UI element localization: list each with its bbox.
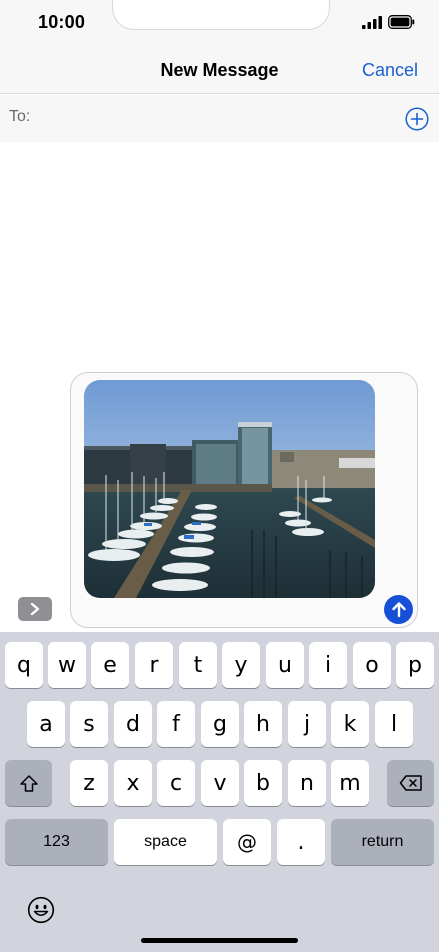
navigation-bar: New Message Cancel [0, 46, 439, 94]
photo-attachment[interactable] [84, 380, 375, 598]
key-g[interactable]: g [201, 701, 239, 747]
plus-circle-icon[interactable] [405, 107, 429, 131]
backspace-key[interactable] [387, 760, 434, 806]
shift-icon [19, 774, 38, 792]
key-l[interactable]: l [375, 701, 413, 747]
at-key[interactable]: @ [223, 819, 271, 865]
key-t[interactable]: t [179, 642, 217, 688]
key-z[interactable]: z [70, 760, 108, 806]
key-m[interactable]: m [331, 760, 369, 806]
expand-apps-button[interactable] [18, 597, 52, 621]
numbers-key[interactable]: 123 [5, 819, 108, 865]
key-x[interactable]: x [114, 760, 152, 806]
signal-icon [362, 16, 382, 29]
key-q[interactable]: q [5, 642, 43, 688]
key-v[interactable]: v [201, 760, 239, 806]
key-u[interactable]: u [266, 642, 304, 688]
chevron-right-icon [30, 602, 40, 616]
emoji-icon[interactable] [27, 896, 55, 924]
key-e[interactable]: e [91, 642, 129, 688]
key-n[interactable]: n [288, 760, 326, 806]
key-i[interactable]: i [309, 642, 347, 688]
key-f[interactable]: f [157, 701, 195, 747]
to-label: To: [9, 108, 31, 125]
key-r[interactable]: r [135, 642, 173, 688]
key-b[interactable]: b [244, 760, 282, 806]
shift-key[interactable] [5, 760, 52, 806]
status-time: 10:00 [38, 12, 86, 32]
backspace-icon [399, 775, 422, 791]
arrow-up-icon [391, 602, 406, 618]
period-key[interactable]: . [277, 819, 325, 865]
battery-icon [388, 15, 415, 29]
space-key[interactable]: space [114, 819, 217, 865]
return-key[interactable]: return [331, 819, 434, 865]
key-s[interactable]: s [70, 701, 108, 747]
key-c[interactable]: c [157, 760, 195, 806]
key-h[interactable]: h [244, 701, 282, 747]
device-notch [112, 0, 330, 30]
recipient-row[interactable]: To: [0, 95, 439, 142]
key-d[interactable]: d [114, 701, 152, 747]
home-indicator[interactable] [141, 938, 298, 943]
key-o[interactable]: o [353, 642, 391, 688]
key-p[interactable]: p [396, 642, 434, 688]
key-j[interactable]: j [288, 701, 326, 747]
send-button[interactable] [384, 595, 413, 624]
key-k[interactable]: k [331, 701, 369, 747]
cancel-button[interactable]: Cancel [362, 60, 418, 81]
key-w[interactable]: w [48, 642, 86, 688]
key-y[interactable]: y [222, 642, 260, 688]
key-a[interactable]: a [27, 701, 65, 747]
status-bar: 10:00 [0, 0, 439, 46]
